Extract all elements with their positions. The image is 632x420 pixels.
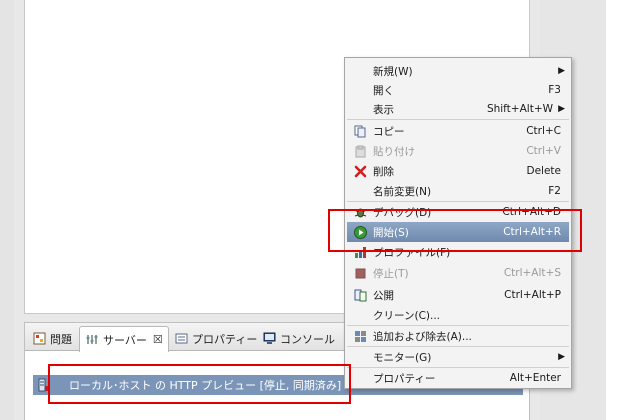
menu-item-copy[interactable]: コピー Ctrl+C	[347, 121, 569, 141]
menu-item-clean[interactable]: クリーン(C)...	[347, 305, 569, 325]
tab-properties-label: プロパティー	[192, 332, 258, 346]
chevron-right-icon: ▶	[558, 66, 565, 76]
annotation-box-start	[328, 209, 582, 252]
menu-item-add-remove[interactable]: 追加および除去(A)...	[347, 326, 569, 346]
menu-item-label: 公開	[373, 289, 394, 302]
tab-console[interactable]: コンソール	[257, 326, 340, 351]
menu-item-publish[interactable]: 公開 Ctrl+Alt+P	[347, 285, 569, 305]
paste-icon	[353, 144, 367, 158]
menu-item-label: コピー	[373, 125, 405, 138]
chevron-right-icon: ▶	[558, 104, 565, 114]
menu-item-label: 削除	[373, 165, 394, 178]
servers-icon	[85, 333, 99, 347]
stop-icon	[353, 266, 367, 280]
delete-icon	[353, 164, 367, 178]
menu-item-label: 貼り付け	[373, 145, 415, 158]
chevron-right-icon: ▶	[558, 352, 565, 362]
publish-icon	[353, 288, 367, 302]
menu-item-paste[interactable]: 貼り付け Ctrl+V	[347, 141, 569, 161]
add-remove-icon	[353, 329, 367, 343]
right-edge	[606, 0, 632, 420]
menu-item-label: 表示	[373, 103, 394, 116]
menu-item-label: 開く	[373, 84, 394, 97]
menu-item-shortcut: Ctrl+Alt+P	[504, 289, 561, 301]
menu-item-shortcut: Shift+Alt+W	[486, 103, 553, 115]
tab-servers[interactable]: サーバー ☒	[79, 326, 169, 352]
annotation-box-server	[48, 364, 351, 404]
tab-problems[interactable]: 問題	[27, 326, 77, 351]
menu-item-shortcut: F2	[548, 185, 561, 197]
properties-icon	[174, 332, 188, 346]
menu-item-label: モニター(G)	[373, 351, 432, 364]
menu-item-label: 追加および除去(A)...	[373, 330, 472, 343]
console-icon	[262, 332, 276, 346]
copy-icon	[353, 124, 367, 138]
tab-problems-label: 問題	[50, 332, 72, 346]
tab-properties[interactable]: プロパティー	[169, 326, 262, 351]
menu-item-label: 名前変更(N)	[373, 185, 432, 198]
menu-item-shortcut: Ctrl+Alt+S	[503, 267, 561, 279]
menu-item-shortcut: F3	[548, 84, 561, 96]
menu-item-rename[interactable]: 名前変更(N) F2	[347, 181, 569, 201]
menu-item-monitor[interactable]: モニター(G) ▶	[347, 347, 569, 367]
menu-item-delete[interactable]: 削除 Delete	[347, 161, 569, 181]
left-margin	[0, 0, 14, 420]
tab-console-label: コンソール	[280, 332, 335, 346]
menu-separator	[347, 119, 569, 120]
menu-item-shortcut: Alt+Enter	[509, 372, 561, 384]
menu-item-open[interactable]: 開く F3	[347, 80, 569, 100]
menu-item-label: プロパティー	[373, 372, 436, 385]
menu-item-label: 新規(W)	[373, 65, 413, 78]
tab-servers-label: サーバー	[103, 333, 147, 347]
menu-item-shortcut: Ctrl+C	[526, 125, 561, 137]
menu-item-label: 停止(T)	[373, 267, 409, 280]
menu-item-label: クリーン(C)...	[373, 309, 441, 322]
menu-item-shortcut: Delete	[526, 165, 562, 177]
close-icon[interactable]: ☒	[153, 333, 163, 346]
menu-item-show-in[interactable]: 表示 Shift+Alt+W ▶	[347, 99, 569, 119]
problems-icon	[32, 332, 46, 346]
menu-item-properties[interactable]: プロパティー Alt+Enter	[347, 368, 569, 388]
menu-item-shortcut: Ctrl+V	[526, 145, 561, 157]
menu-item-new[interactable]: 新規(W) ▶	[347, 61, 569, 81]
menu-item-stop[interactable]: 停止(T) Ctrl+Alt+S	[347, 263, 569, 283]
